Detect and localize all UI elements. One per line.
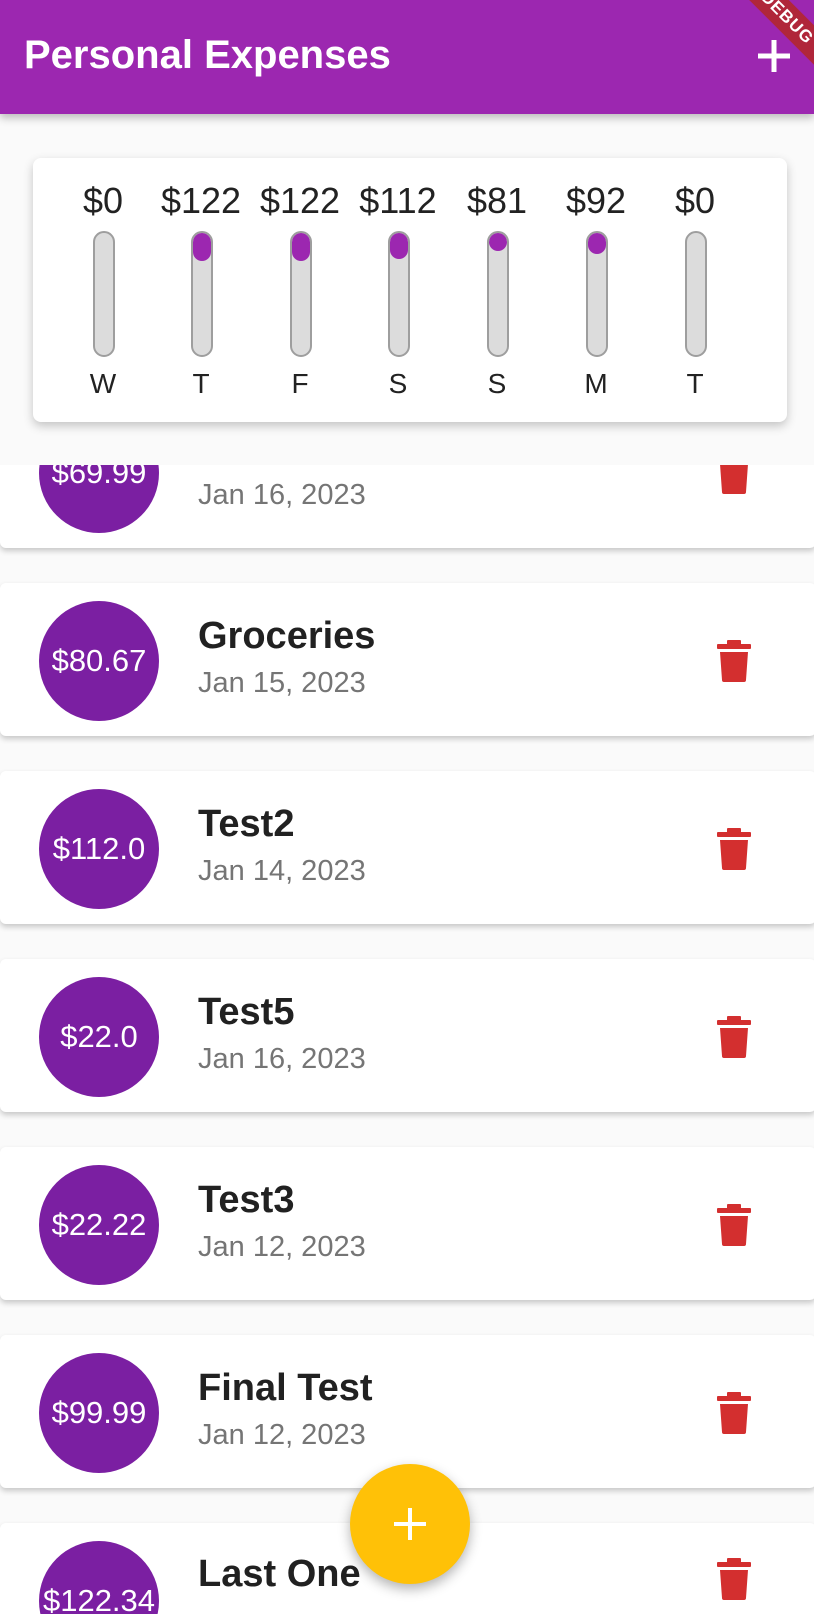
chart-bar-column: $81 S xyxy=(447,158,547,422)
chart-bar-column: $122 T xyxy=(151,158,251,422)
transaction-date: Jan 16, 2023 xyxy=(198,1043,366,1075)
app-title: Personal Expenses xyxy=(24,33,391,77)
app-bar: Personal Expenses DEBUG xyxy=(0,0,814,114)
chart-bar-fill xyxy=(588,233,606,254)
chart-area: $0 W $122 T $122 F $112 S $81 S $92 M $0 T xyxy=(0,114,814,465)
chart-day-label: T xyxy=(686,368,704,399)
chart-day-label: T xyxy=(192,368,210,399)
plus-icon xyxy=(758,40,790,72)
trash-icon xyxy=(717,640,751,682)
transaction-date: Jan 16, 2023 xyxy=(198,479,366,511)
chart-bar-fill xyxy=(489,233,507,252)
transaction-amount-avatar: $22.22 xyxy=(39,1165,159,1285)
chart-bar-amount: $122 xyxy=(160,180,242,221)
delete-transaction-button[interactable] xyxy=(710,823,758,875)
transaction-amount-avatar: $22.0 xyxy=(39,977,159,1097)
weekly-chart: $0 W $122 T $122 F $112 S $81 S $92 M $0 T xyxy=(33,158,787,422)
chart-bar-column: $112 S xyxy=(348,158,448,422)
chart-day-label: F xyxy=(291,368,309,399)
transaction-amount-avatar: $112.0 xyxy=(39,789,159,909)
chart-bar-track xyxy=(487,231,509,357)
chart-bar-amount: $81 xyxy=(466,180,528,221)
transaction-title: Final Test xyxy=(198,1367,373,1409)
transaction-list[interactable]: $69.99 New Shoes Jan 16, 2023 $80.67 Groceri… xyxy=(0,465,814,1614)
transaction-title: Test2 xyxy=(198,803,295,845)
chart-bar-column: $0 T xyxy=(645,158,745,422)
transaction-title: Groceries xyxy=(198,615,376,657)
chart-bar-track xyxy=(586,231,608,357)
chart-bar-amount: $0 xyxy=(82,180,124,221)
chart-bar-fill xyxy=(390,233,408,259)
chart-bar-track xyxy=(290,231,312,357)
chart-bar-track xyxy=(388,231,410,357)
transaction-amount-avatar: $80.67 xyxy=(39,601,159,721)
transaction-title: Test5 xyxy=(198,991,295,1033)
transaction-card: $22.0 Test5 Jan 16, 2023 xyxy=(0,959,814,1112)
transaction-amount-avatar: $122.34 xyxy=(39,1541,159,1614)
delete-transaction-button[interactable] xyxy=(710,1387,758,1439)
chart-bar-column: $122 F xyxy=(250,158,350,422)
transaction-card: $69.99 New Shoes Jan 16, 2023 xyxy=(0,465,814,548)
chart-bar-amount: $0 xyxy=(674,180,716,221)
transaction-card: $80.67 Groceries Jan 15, 2023 xyxy=(0,583,814,736)
delete-transaction-button[interactable] xyxy=(710,635,758,687)
transaction-title: Test3 xyxy=(198,1179,295,1221)
transaction-date: Jan 12, 2023 xyxy=(198,1231,366,1263)
delete-transaction-button[interactable] xyxy=(710,1199,758,1251)
chart-bar-fill xyxy=(292,233,310,262)
chart-bar-track xyxy=(685,231,707,357)
transaction-title: Last One xyxy=(198,1553,361,1595)
delete-transaction-button[interactable] xyxy=(710,465,758,499)
chart-day-label: W xyxy=(89,368,117,399)
chart-bar-track xyxy=(191,231,213,357)
transaction-date: Jan 15, 2023 xyxy=(198,667,366,699)
chart-bar-track xyxy=(93,231,115,357)
trash-icon xyxy=(717,1204,751,1246)
transaction-amount-avatar: $99.99 xyxy=(39,1353,159,1473)
trash-icon xyxy=(717,1016,751,1058)
chart-bar-amount: $92 xyxy=(565,180,627,221)
chart-bar-amount: $112 xyxy=(359,180,437,221)
add-transaction-fab[interactable] xyxy=(350,1464,470,1584)
chart-bar-column: $92 M xyxy=(546,158,646,422)
chart-bar-amount: $122 xyxy=(259,180,341,221)
chart-bar-fill xyxy=(193,233,211,262)
transaction-card: $112.0 Test2 Jan 14, 2023 xyxy=(0,771,814,924)
plus-icon xyxy=(394,1508,426,1540)
transaction-amount-avatar: $69.99 xyxy=(39,465,159,533)
trash-icon xyxy=(717,828,751,870)
delete-transaction-button[interactable] xyxy=(710,1011,758,1063)
delete-transaction-button[interactable] xyxy=(710,1553,758,1605)
trash-icon xyxy=(720,465,748,494)
chart-day-label: M xyxy=(584,368,608,399)
trash-icon xyxy=(717,1558,751,1600)
chart-day-label: S xyxy=(487,368,507,399)
chart-day-label: S xyxy=(388,368,408,399)
chart-bar-column: $0 W xyxy=(53,158,153,422)
transaction-date: Jan 12, 2023 xyxy=(198,1419,366,1451)
trash-icon xyxy=(717,1392,751,1434)
transaction-card: $22.22 Test3 Jan 12, 2023 xyxy=(0,1147,814,1300)
transaction-title: New Shoes xyxy=(198,465,401,470)
transaction-date: Jan 14, 2023 xyxy=(198,855,366,887)
